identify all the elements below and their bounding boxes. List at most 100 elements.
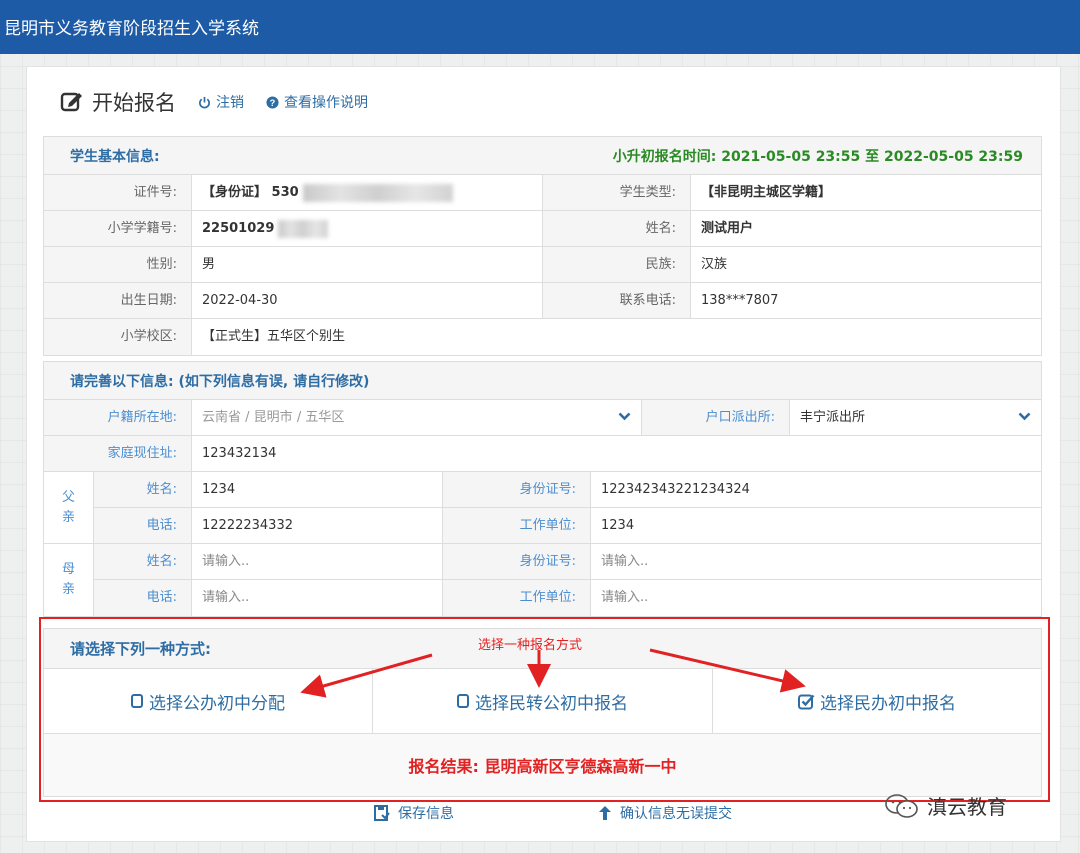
father-work-label: 工作单位: xyxy=(443,508,591,543)
option-public[interactable]: 选择公办初中分配 xyxy=(44,669,373,733)
checkbox-checked-icon xyxy=(798,694,815,709)
page-title: 开始报名 xyxy=(92,91,176,115)
info-row: 出生日期: 2022-04-30 联系电话: 138***7807 xyxy=(44,283,1041,319)
basic-info-title: 学生基本信息: xyxy=(70,148,160,165)
info-row: 小学学籍号: 22501029 姓名: 测试用户 xyxy=(44,211,1041,247)
phone-value: 138***7807 xyxy=(701,293,779,308)
id-value: 【身份证】 530 xyxy=(202,185,299,200)
redacted-blur xyxy=(278,219,329,238)
basic-info-header: 学生基本信息: 小升初报名时间: 2021-05-05 23:55 至 2022… xyxy=(44,137,1041,175)
father-phone-label: 电话: xyxy=(94,508,192,543)
info-row: 家庭现住址: 123432134 xyxy=(44,436,1041,472)
save-label: 保存信息 xyxy=(398,806,454,822)
mother-group: 母亲 姓名: 请输入.. 身份证号: 请输入.. 电话: 请输入.. 工作单位:… xyxy=(44,544,1041,616)
mother-phone-label: 电话: xyxy=(94,580,192,616)
address-field[interactable]: 123432134 xyxy=(192,436,1041,471)
registration-result: 报名结果: 昆明高新区亨德森高新一中 xyxy=(408,757,677,776)
info-row: 电话: 请输入.. 工作单位: 请输入.. xyxy=(94,580,1041,616)
save-button[interactable]: 保存信息 xyxy=(374,803,454,823)
father-work-field[interactable]: 1234 xyxy=(591,508,1039,543)
father-id-field[interactable]: 122342343221234324 xyxy=(591,472,1039,507)
checkbox-unchecked-icon xyxy=(457,694,469,708)
complete-info-title: 请完善以下信息: (如下列信息有误, 请自行修改) xyxy=(70,373,370,390)
mother-work-field[interactable]: 请输入.. xyxy=(591,580,1039,616)
submit-button[interactable]: 确认信息无误提交 xyxy=(598,803,732,823)
ethnic-label: 民族: xyxy=(543,247,691,282)
option-private[interactable]: 选择民办初中报名 xyxy=(713,669,1041,733)
police-select[interactable]: 丰宁派出所 xyxy=(790,400,1041,435)
app-title: 昆明市义务教育阶段招生入学系统 xyxy=(4,19,259,39)
father-group: 父亲 姓名: 1234 身份证号: 122342343221234324 电话:… xyxy=(44,472,1041,544)
redacted-blur xyxy=(302,183,453,202)
student-type-value: 【非昆明主城区学籍】 xyxy=(701,185,832,200)
mother-id-label: 身份证号: xyxy=(443,544,591,579)
choice-title: 请选择下列一种方式: xyxy=(70,640,211,658)
complete-info-header: 请完善以下信息: (如下列信息有误, 请自行修改) xyxy=(44,362,1041,400)
annotation-text: 选择一种报名方式 xyxy=(478,638,583,653)
father-label-line1: 父 xyxy=(61,489,75,505)
logout-link[interactable]: 注销 xyxy=(198,92,244,112)
birth-value: 2022-04-30 xyxy=(192,283,543,318)
svg-text:?: ? xyxy=(270,97,276,107)
huji-district: 五华区 xyxy=(305,410,345,425)
help-link[interactable]: ? 查看操作说明 xyxy=(266,92,368,112)
registration-time: 小升初报名时间: 2021-05-05 23:55 至 2022-05-05 2… xyxy=(612,148,1023,165)
father-id-label: 身份证号: xyxy=(443,472,591,507)
mother-work-label: 工作单位: xyxy=(443,580,591,616)
school-value: 【正式生】五华区个别生 xyxy=(202,329,346,344)
chevron-down-icon xyxy=(1018,412,1031,421)
question-icon: ? xyxy=(266,95,279,109)
huji-label: 户籍所在地: xyxy=(44,400,192,435)
app-title-bar: 昆明市义务教育阶段招生入学系统 xyxy=(0,0,1080,54)
edit-icon xyxy=(60,92,82,112)
wechat-icon xyxy=(885,793,918,818)
mother-label-line1: 母 xyxy=(61,562,75,577)
save-icon xyxy=(374,805,390,821)
info-row: 电话: 12222234332 工作单位: 1234 xyxy=(94,508,1041,544)
info-row: 姓名: 请输入.. 身份证号: 请输入.. xyxy=(94,544,1041,580)
submit-label: 确认信息无误提交 xyxy=(620,806,732,822)
id-label: 证件号: xyxy=(44,175,192,210)
mother-name-field[interactable]: 请输入.. xyxy=(192,544,443,579)
watermark-text: 滇云教育 xyxy=(927,795,1007,819)
chevron-down-icon xyxy=(618,412,631,421)
school-no-value-cell: 22501029 xyxy=(192,211,543,246)
basic-info-section: 学生基本信息: 小升初报名时间: 2021-05-05 23:55 至 2022… xyxy=(43,136,1042,356)
police-value: 丰宁派出所 xyxy=(800,410,866,425)
student-type-label: 学生类型: xyxy=(543,175,691,210)
mother-label: 母亲 xyxy=(44,544,94,616)
huji-select[interactable]: 云南省 / 昆明市 / 五华区 xyxy=(192,400,642,435)
gender-value: 男 xyxy=(192,247,543,282)
mother-phone-field[interactable]: 请输入.. xyxy=(192,580,443,616)
watermark: 滇云教育 xyxy=(885,791,1007,820)
info-row: 小学校区: 【正式生】五华区个别生 xyxy=(44,319,1041,355)
school-label: 小学校区: xyxy=(44,319,192,355)
birth-label: 出生日期: xyxy=(44,283,192,318)
checkbox-unchecked-icon xyxy=(131,694,143,708)
info-row: 证件号: 【身份证】 530 学生类型: 【非昆明主城区学籍】 xyxy=(44,175,1041,211)
power-icon xyxy=(199,96,210,108)
mother-id-field[interactable]: 请输入.. xyxy=(591,544,1039,579)
father-phone-field[interactable]: 12222234332 xyxy=(192,508,443,543)
name-label: 姓名: xyxy=(543,211,691,246)
arrow-up-icon xyxy=(599,806,611,820)
huji-city: 昆明市 xyxy=(253,410,293,425)
name-value: 测试用户 xyxy=(701,221,754,236)
father-label: 父亲 xyxy=(44,472,94,544)
phone-label: 联系电话: xyxy=(543,283,691,318)
info-row: 性别: 男 民族: 汉族 xyxy=(44,247,1041,283)
info-row: 户籍所在地: 云南省 / 昆明市 / 五华区 户口派出所: 丰宁派出所 xyxy=(44,400,1041,436)
id-value-cell: 【身份证】 530 xyxy=(192,175,543,210)
father-name-label: 姓名: xyxy=(94,472,192,507)
police-label: 户口派出所: xyxy=(642,400,790,435)
complete-info-section: 请完善以下信息: (如下列信息有误, 请自行修改) 户籍所在地: 云南省 / 昆… xyxy=(43,361,1042,617)
father-name-field[interactable]: 1234 xyxy=(192,472,443,507)
option-private-label: 选择民办初中报名 xyxy=(820,693,956,714)
page-header: 开始报名 注销 ? 查看操作说明 xyxy=(60,84,390,120)
school-no-label: 小学学籍号: xyxy=(44,211,192,246)
mother-label-line2: 亲 xyxy=(61,582,75,597)
father-label-line2: 亲 xyxy=(61,509,75,525)
option-private-to-public[interactable]: 选择民转公初中报名 xyxy=(373,669,713,733)
result-row: 报名结果: 昆明高新区亨德森高新一中 xyxy=(44,734,1041,796)
choice-section: 请选择下列一种方式: 选择公办初中分配 选择民转公初中报名 选择民办初中报名 报… xyxy=(43,628,1042,797)
